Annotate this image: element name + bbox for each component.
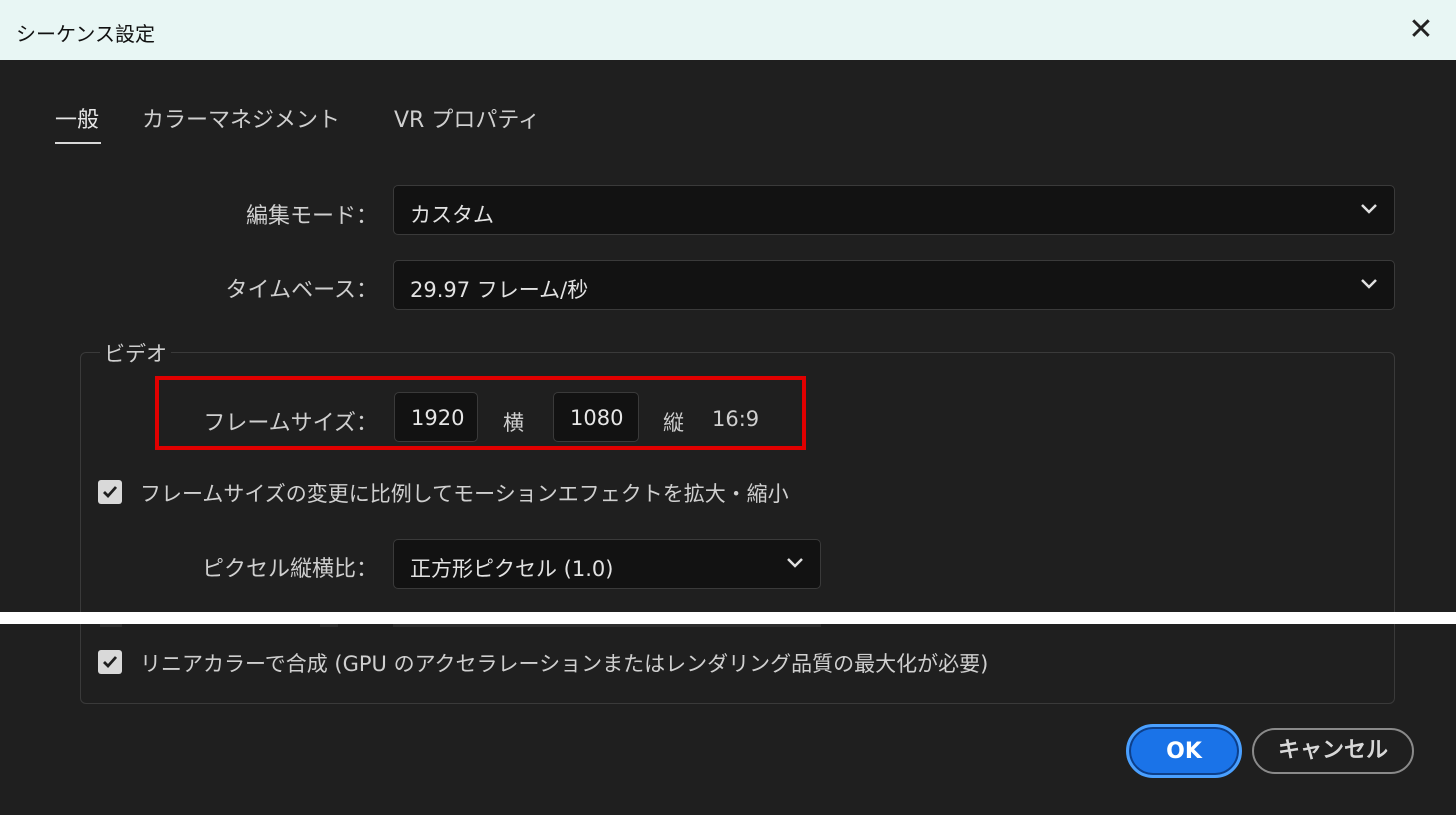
tab-general[interactable]: 一般	[55, 102, 99, 134]
edit-mode-label: 編集モード：	[245, 204, 378, 229]
scale-motion-checkbox[interactable]	[98, 480, 122, 504]
scale-motion-label: フレームサイズの変更に比例してモーションエフェクトを拡大・縮小	[140, 482, 789, 506]
linear-color-checkbox[interactable]	[98, 650, 122, 674]
window-title: シーケンス設定	[16, 22, 155, 46]
cancel-button[interactable]: キャンセル	[1252, 728, 1414, 774]
chevron-down-icon	[787, 558, 803, 568]
screenshot-crop-band	[0, 612, 1456, 624]
active-tab-indicator	[55, 142, 101, 144]
title-bar: シーケンス設定 ✕	[0, 0, 1456, 60]
checkmark-icon	[103, 656, 118, 669]
timebase-dropdown[interactable]: 29.97 フレーム/秒	[393, 260, 1395, 310]
chevron-down-icon	[1361, 279, 1377, 289]
edit-mode-value: カスタム	[410, 203, 494, 227]
video-group-title: ビデオ	[100, 338, 171, 368]
close-icon[interactable]: ✕	[1406, 12, 1436, 48]
timebase-label: タイムベース：	[225, 278, 378, 303]
pixel-aspect-value: 正方形ピクセル (1.0)	[410, 557, 614, 581]
chevron-down-icon	[1361, 204, 1377, 214]
checkmark-icon	[103, 486, 118, 499]
ok-button[interactable]: OK	[1126, 724, 1242, 778]
timebase-value: 29.97 フレーム/秒	[410, 278, 589, 302]
frame-size-highlight-box	[155, 376, 806, 450]
edit-mode-dropdown[interactable]: カスタム	[393, 185, 1395, 235]
tab-vr-properties[interactable]: VR プロパティ	[394, 102, 540, 134]
linear-color-label: リニアカラーで合成 (GPU のアクセラレーションまたはレンダリング品質の最大化…	[140, 652, 989, 676]
tab-color-management[interactable]: カラーマネジメント	[142, 102, 340, 134]
pixel-aspect-label: ピクセル縦横比：	[201, 557, 378, 582]
pixel-aspect-dropdown[interactable]: 正方形ピクセル (1.0)	[393, 539, 821, 589]
